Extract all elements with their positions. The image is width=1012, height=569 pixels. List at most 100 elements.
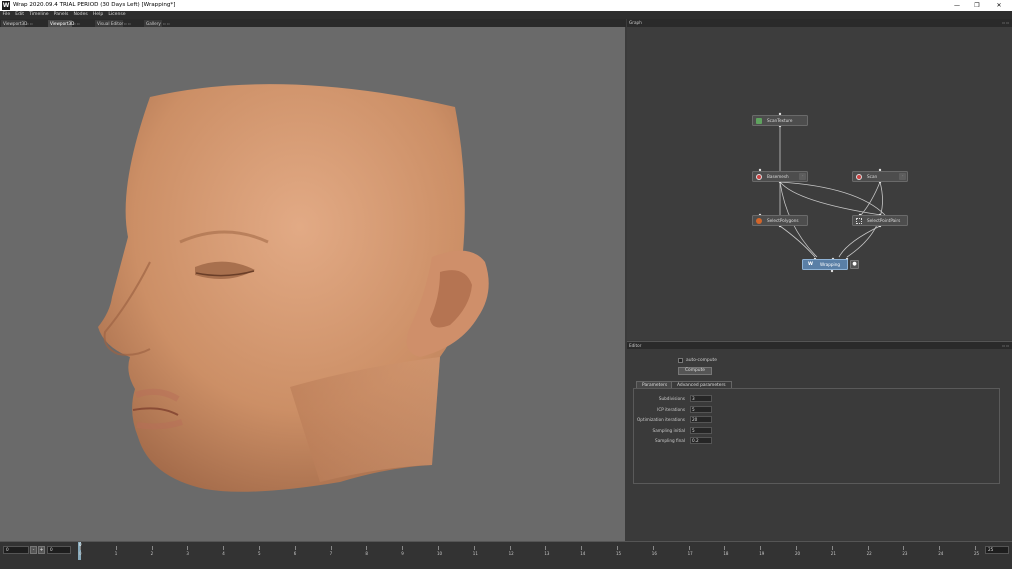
timeline-tick-mark: [724, 546, 726, 550]
timeline-tick-mark: [975, 546, 976, 550]
graph-panel-header: Graph ▫ ▫: [627, 19, 1012, 27]
graph-connections: [758, 112, 886, 273]
minimize-button[interactable]: —: [946, 0, 968, 11]
editor-panel: auto-compute Compute Parameters Advanced…: [627, 349, 1012, 541]
timeline-tick-label: 24: [938, 551, 944, 556]
compute-button[interactable]: Compute: [678, 367, 712, 375]
icp-iterations-input[interactable]: 5: [690, 406, 712, 413]
timeline-ruler[interactable]: 0 0 1 2 3 4 5 6 7 8 9 10 11 12 13 14 15 16 17 18 19 20 21 22 23…: [78, 542, 981, 560]
menu-bar: File Edit Timeline Panels Nodes Help License: [0, 11, 1012, 19]
timeline-tick-label: 21: [830, 551, 836, 556]
tab-controls-icon[interactable]: ▫ ▫: [124, 20, 131, 27]
viewport-3d[interactable]: [0, 27, 625, 541]
polygon-select-icon: [756, 218, 762, 224]
timeline-current-field[interactable]: 0: [47, 546, 71, 554]
tab-controls-icon[interactable]: ▫ ▫: [163, 20, 170, 27]
node-visibility-icon[interactable]: ◦: [799, 173, 806, 180]
auto-compute-checkbox[interactable]: [678, 358, 683, 363]
timeline-tick-label: 17: [687, 551, 693, 556]
timeline-tick-label: 15: [616, 551, 622, 556]
node-preview-bulb-icon[interactable]: ●: [850, 260, 859, 269]
timeline-increment-button[interactable]: +: [38, 546, 45, 554]
param-label: ICP iterations: [657, 407, 685, 412]
texture-icon: [756, 118, 762, 124]
timeline-tick-mark: [402, 546, 404, 550]
timeline-tick-mark: [366, 546, 368, 550]
sampling-final-input[interactable]: 0.2: [690, 437, 712, 444]
graph-panel-title: Graph: [629, 20, 642, 25]
timeline-ticks: 0 1 2 3 4 5 6 7 8 9 10 11 12 13 14 15 16 17 18 19 20 21 22 23 24…: [78, 542, 981, 560]
timeline-tick-mark: [330, 546, 332, 550]
menu-license[interactable]: License: [106, 11, 128, 19]
timeline-tick-label: 14: [580, 551, 586, 556]
node-scan[interactable]: Scan ◦: [852, 171, 908, 182]
timeline-tick-mark: [796, 546, 797, 550]
timeline-tick-mark: [294, 546, 296, 550]
node-basemesh[interactable]: Basemesh ◦: [752, 171, 808, 182]
close-button[interactable]: ✕: [988, 0, 1010, 11]
timeline-tick-mark: [438, 546, 439, 550]
menu-edit[interactable]: Edit: [13, 11, 27, 19]
timeline: 0 - + 0 0 0 1 2 3 4 5 6 7 8 9 10 11 12 13 14 15 16 17 18 19…: [0, 541, 1012, 569]
timeline-tick-mark: [259, 546, 260, 550]
head-model: [98, 84, 489, 492]
maximize-button[interactable]: ❐: [966, 0, 988, 11]
auto-compute-label: auto-compute: [686, 358, 717, 363]
tab-advanced-parameters[interactable]: Advanced parameters: [671, 381, 732, 388]
node-select-polygons[interactable]: SelectPolygons: [752, 215, 808, 226]
node-graph[interactable]: ScanTexture Basemesh ◦ Scan ◦ SelectPoly…: [627, 27, 1012, 340]
node-select-point-pairs[interactable]: SelectPointPairs: [852, 215, 908, 226]
viewport-tabs: Viewport3D ▫ ▫ Viewport3D ▫ ▫ Visual Edi…: [0, 19, 626, 27]
menu-panels[interactable]: Panels: [51, 11, 71, 19]
timeline-tick-label: 16: [651, 551, 657, 556]
timeline-tick-mark: [80, 546, 81, 550]
app-logo: W: [2, 1, 10, 10]
timeline-tick-mark: [867, 546, 869, 550]
timeline-tick-label: 22: [866, 551, 872, 556]
tab-gallery[interactable]: Gallery: [144, 20, 162, 27]
param-label: Sampling initial: [652, 428, 685, 433]
timeline-end-field[interactable]: 25: [985, 546, 1009, 554]
menu-file[interactable]: File: [0, 11, 13, 19]
tab-controls-icon[interactable]: ▫ ▫: [73, 20, 80, 27]
timeline-tick-mark: [831, 546, 833, 550]
tab-controls-icon[interactable]: ▫ ▫: [26, 20, 33, 27]
optimization-iterations-input[interactable]: 20: [690, 416, 712, 423]
timeline-decrement-button[interactable]: -: [30, 546, 37, 554]
tab-viewport3d-2[interactable]: Viewport3D: [48, 20, 74, 27]
timeline-tick-label: 9: [401, 551, 404, 556]
menu-timeline[interactable]: Timeline: [27, 11, 52, 19]
node-wrapping[interactable]: W Wrapping: [802, 259, 848, 270]
timeline-tick-label: 6: [293, 551, 297, 556]
timeline-tick-label: 2: [150, 551, 154, 556]
window-title: Wrap 2020.09.4 TRIAL PERIOD (30 Days Lef…: [13, 2, 176, 8]
node-scan-texture[interactable]: ScanTexture: [752, 115, 808, 126]
timeline-start-field[interactable]: 0: [3, 546, 29, 554]
tab-parameters[interactable]: Parameters: [636, 381, 674, 388]
timeline-tick-label: 13: [544, 551, 550, 556]
timeline-tick-label: 7: [329, 551, 333, 556]
menu-help[interactable]: Help: [90, 11, 105, 19]
parameters-group: [633, 388, 1000, 484]
timeline-tick-label: 3: [186, 551, 189, 556]
timeline-tick-mark: [688, 546, 690, 550]
tab-visual-editor[interactable]: Visual Editor: [95, 20, 123, 27]
timeline-tick-label: 1: [114, 551, 118, 556]
timeline-tick-label: 8: [365, 551, 368, 556]
timeline-tick-label: 5: [258, 551, 261, 556]
timeline-tick-mark: [473, 546, 475, 550]
timeline-tick-label: 25: [974, 551, 980, 556]
timeline-tick-mark: [187, 546, 189, 550]
timeline-tick-mark: [939, 546, 941, 550]
subdivisions-input[interactable]: 3: [690, 395, 712, 402]
timeline-tick-mark: [545, 546, 547, 550]
title-bar: W Wrap 2020.09.4 TRIAL PERIOD (30 Days L…: [0, 0, 1012, 11]
timeline-tick-label: 4: [222, 551, 225, 556]
tab-viewport3d-1[interactable]: Viewport3D: [1, 20, 27, 27]
node-visibility-icon[interactable]: ◦: [899, 173, 906, 180]
mesh-icon: [756, 174, 762, 180]
sampling-initial-input[interactable]: 5: [690, 427, 712, 434]
panel-controls-icon[interactable]: ▫ ▫: [1002, 19, 1009, 27]
menu-nodes[interactable]: Nodes: [71, 11, 90, 19]
timeline-tick-label: 18: [723, 551, 729, 556]
